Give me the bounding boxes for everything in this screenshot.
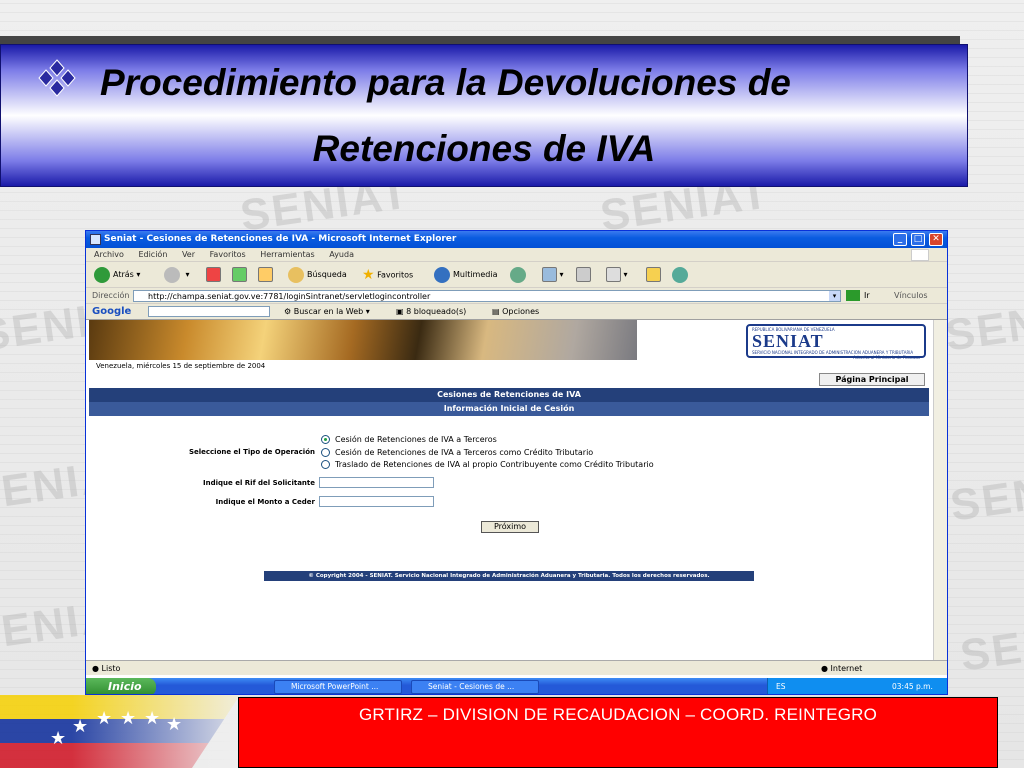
edit-button[interactable]: ▾ bbox=[606, 266, 628, 284]
slide-title-line2: Retenciones de IVA bbox=[312, 128, 656, 169]
flag-stars-icon: ★ ★ ★ ★ ★ ★ bbox=[50, 708, 182, 749]
system-tray: ES 03:45 p.m. bbox=[767, 678, 947, 694]
svg-text:★: ★ bbox=[166, 714, 182, 735]
window-title: Seniat - Cesiones de Retenciones de IVA … bbox=[104, 234, 457, 244]
minimize-button[interactable]: _ bbox=[893, 233, 907, 246]
browser-window: Seniat - Cesiones de Retenciones de IVA … bbox=[85, 230, 948, 695]
history-button[interactable] bbox=[510, 266, 529, 284]
home-button[interactable] bbox=[258, 266, 273, 284]
windows-logo-icon bbox=[911, 249, 929, 261]
svg-text:★: ★ bbox=[96, 708, 112, 729]
folder-button[interactable] bbox=[646, 266, 661, 284]
window-titlebar: Seniat - Cesiones de Retenciones de IVA … bbox=[86, 231, 947, 248]
go-arrow-icon[interactable] bbox=[846, 290, 860, 301]
mail-icon bbox=[542, 267, 557, 282]
google-options-button[interactable]: ▤ Opciones bbox=[492, 304, 539, 320]
operation-type-label: Seleccione el Tipo de Operación bbox=[188, 448, 315, 456]
menu-favoritos[interactable]: Favoritos bbox=[210, 250, 246, 259]
messenger-button[interactable] bbox=[672, 266, 691, 284]
radio-button[interactable] bbox=[321, 460, 330, 469]
vertical-scrollbar[interactable] bbox=[933, 320, 947, 660]
folder-icon bbox=[646, 267, 661, 282]
menu-ver[interactable]: Ver bbox=[182, 250, 195, 259]
home-page-button[interactable]: Página Principal bbox=[819, 373, 925, 386]
start-button[interactable]: Inicio bbox=[86, 678, 156, 694]
google-search-web-button[interactable]: ⚙ Buscar en la Web ▾ bbox=[284, 304, 370, 320]
address-label: Dirección bbox=[92, 291, 130, 300]
google-search-input[interactable] bbox=[148, 306, 270, 317]
radio-option-traslado[interactable]: Traslado de Retenciones de IVA al propio… bbox=[321, 460, 654, 469]
footer-text: GRTIRZ – DIVISION DE RECAUDACION – COORD… bbox=[358, 705, 878, 724]
history-icon bbox=[510, 266, 526, 283]
star-icon: ★ bbox=[362, 267, 375, 283]
section-header: Cesiones de Retenciones de IVA bbox=[89, 388, 929, 402]
menu-ayuda[interactable]: Ayuda bbox=[329, 250, 354, 259]
diamond-bullet-icon bbox=[38, 59, 76, 97]
header-photo bbox=[89, 320, 637, 360]
refresh-icon bbox=[232, 267, 247, 282]
edit-icon bbox=[606, 267, 621, 282]
taskbar-item-powerpoint[interactable]: Microsoft PowerPoint ... bbox=[274, 680, 402, 694]
section-subheader: Información Inicial de Cesión bbox=[89, 402, 929, 416]
popup-blocked-button[interactable]: ▣ 8 bloqueado(s) bbox=[396, 304, 466, 320]
copyright-notice: © Copyright 2004 - SENIAT. Servicio Naci… bbox=[264, 571, 754, 581]
language-indicator[interactable]: ES bbox=[776, 678, 786, 694]
print-button[interactable] bbox=[576, 266, 591, 284]
search-button[interactable]: Búsqueda bbox=[288, 266, 347, 284]
seniat-logo: REPUBLICA BOLIVARIANA DE VENEZUELA SENIA… bbox=[746, 324, 926, 360]
taskbar: Inicio Microsoft PowerPoint ... Seniat -… bbox=[86, 678, 947, 694]
status-bar: ● Listo ● Internet bbox=[86, 660, 947, 675]
amount-label: Indique el Monto a Ceder bbox=[215, 498, 315, 506]
forward-button[interactable]: ▾ bbox=[164, 266, 190, 284]
back-button[interactable]: Atrás ▾ bbox=[94, 266, 140, 284]
clock: 03:45 p.m. bbox=[892, 682, 933, 691]
address-bar: Dirección http://champa.seniat.gov.ve:77… bbox=[86, 288, 947, 304]
slide-title-line1: Procedimiento para la Devoluciones de bbox=[100, 62, 791, 103]
zone-indicator: ● Internet bbox=[821, 664, 863, 673]
radio-option-cesion-terceros[interactable]: Cesión de Retenciones de IVA a Terceros bbox=[321, 435, 497, 444]
forward-arrow-icon bbox=[164, 266, 180, 283]
chevron-down-icon[interactable]: ▾ bbox=[829, 291, 840, 301]
close-button[interactable]: ✕ bbox=[929, 233, 943, 246]
menu-herramientas[interactable]: Herramientas bbox=[260, 250, 315, 259]
media-button[interactable]: Multimedia bbox=[434, 266, 497, 284]
maximize-button[interactable]: □ bbox=[911, 233, 925, 246]
next-button[interactable]: Próximo bbox=[481, 521, 539, 533]
google-logo[interactable]: Google bbox=[92, 304, 131, 320]
media-icon bbox=[434, 266, 450, 283]
radio-button[interactable] bbox=[321, 435, 330, 444]
rif-label: Indique el Rif del Solicitante bbox=[203, 479, 315, 487]
menu-archivo[interactable]: Archivo bbox=[94, 250, 124, 259]
rif-input[interactable] bbox=[319, 477, 434, 488]
messenger-icon bbox=[672, 266, 688, 283]
favorites-button[interactable]: ★ Favoritos bbox=[362, 266, 413, 284]
radio-button[interactable] bbox=[321, 448, 330, 457]
address-input[interactable]: http://champa.seniat.gov.ve:7781/loginSi… bbox=[133, 290, 841, 302]
ie-icon bbox=[90, 234, 101, 245]
current-date: Venezuela, miércoles 15 de septiembre de… bbox=[96, 362, 266, 370]
amount-input[interactable] bbox=[319, 496, 434, 507]
google-toolbar: Google ⚙ Buscar en la Web ▾ ▣ 8 bloquead… bbox=[86, 304, 947, 320]
status-text: ● Listo bbox=[92, 664, 121, 673]
go-button[interactable]: Ir bbox=[864, 288, 870, 304]
svg-text:★: ★ bbox=[72, 716, 88, 737]
home-icon bbox=[258, 267, 273, 282]
stop-button[interactable] bbox=[206, 266, 221, 284]
taskbar-item-browser[interactable]: Seniat - Cesiones de ... bbox=[411, 680, 539, 694]
links-label[interactable]: Vínculos bbox=[894, 288, 928, 304]
svg-text:★: ★ bbox=[50, 728, 66, 749]
mail-button[interactable]: ▾ bbox=[542, 266, 564, 284]
print-icon bbox=[576, 267, 591, 282]
refresh-button[interactable] bbox=[232, 266, 247, 284]
menu-edicion[interactable]: Edición bbox=[138, 250, 167, 259]
page-content: REPUBLICA BOLIVARIANA DE VENEZUELA SENIA… bbox=[86, 320, 935, 660]
menu-bar: Archivo Edición Ver Favoritos Herramient… bbox=[86, 248, 947, 262]
svg-text:★: ★ bbox=[120, 708, 136, 729]
stop-icon bbox=[206, 267, 221, 282]
search-icon bbox=[288, 266, 304, 283]
toolbar: Atrás ▾ ▾ Búsqueda ★ Favoritos Multimedi… bbox=[86, 262, 947, 288]
radio-option-cesion-credito[interactable]: Cesión de Retenciones de IVA a Terceros … bbox=[321, 448, 593, 457]
svg-text:★: ★ bbox=[144, 708, 160, 729]
back-arrow-icon bbox=[94, 266, 110, 283]
